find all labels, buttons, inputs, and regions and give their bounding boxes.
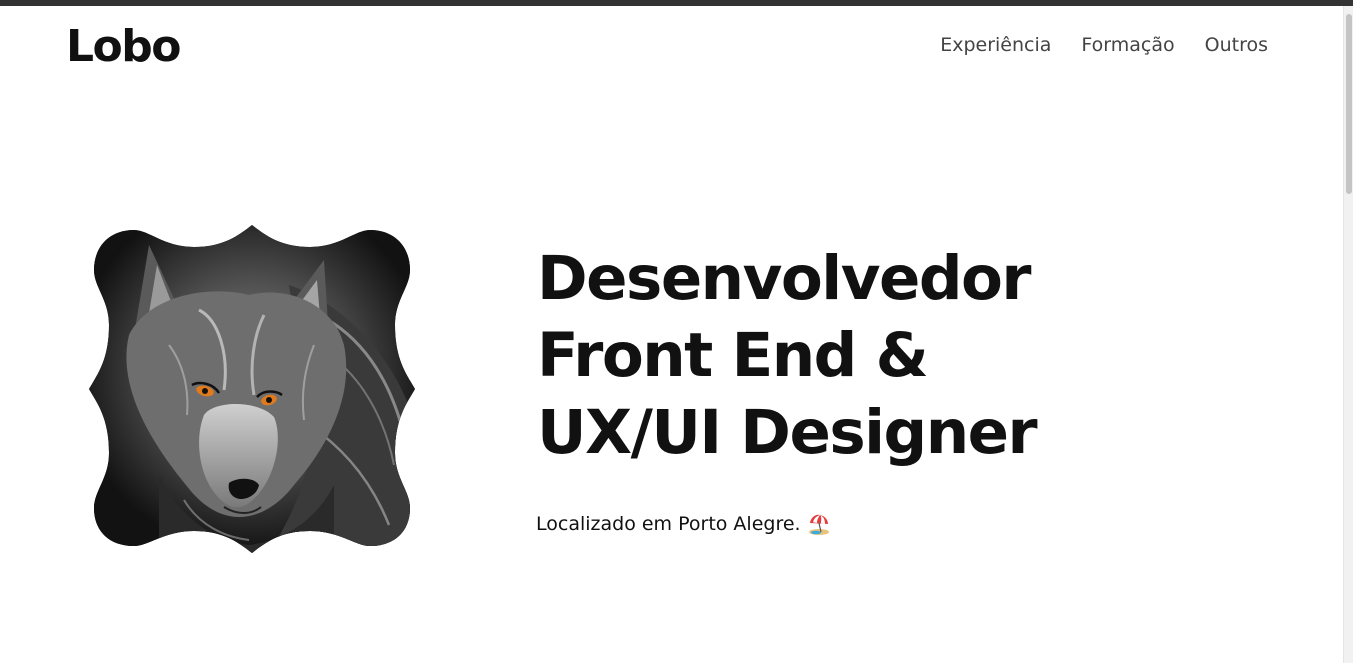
headline-line-1: Desenvolvedor [537, 243, 1031, 314]
page-scrollbar[interactable] [1343, 6, 1353, 663]
wolf-portrait [89, 225, 415, 553]
nav-link-experiencia[interactable]: Experiência [940, 32, 1051, 58]
nav-link-formacao[interactable]: Formação [1081, 32, 1174, 58]
location-text: Localizado em Porto Alegre. [536, 513, 801, 535]
scrollbar-thumb[interactable] [1346, 14, 1352, 194]
nav-link-outros[interactable]: Outros [1205, 32, 1268, 58]
browser-top-bar [0, 0, 1353, 6]
main-nav: Experiência Formação Outros [940, 32, 1268, 58]
site-logo[interactable]: Lobo [66, 20, 182, 74]
beach-umbrella-icon [808, 514, 829, 535]
location-line: Localizado em Porto Alegre. [536, 511, 831, 537]
headline-line-3: UX/UI Designer [537, 397, 1038, 468]
headline-line-2: Front End & [537, 320, 929, 391]
hero-headline: Desenvolvedor Front End & UX/UI Designer [537, 240, 1038, 471]
